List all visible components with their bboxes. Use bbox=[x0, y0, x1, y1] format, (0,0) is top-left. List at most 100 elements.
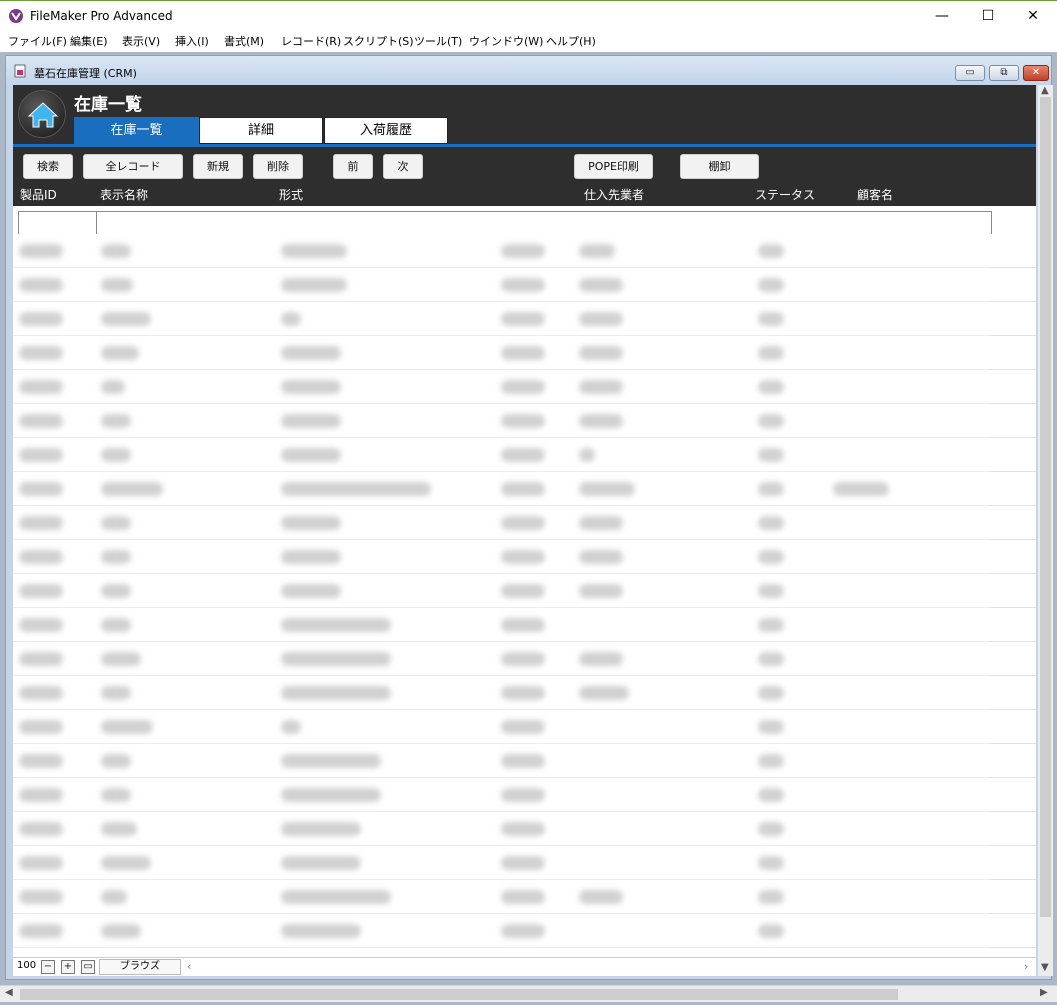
redacted-cell bbox=[101, 618, 131, 632]
vertical-scrollbar[interactable]: ▲ ▼ bbox=[1037, 85, 1053, 976]
status-bar: 100 − + ▭ ブラウズ ‹ › bbox=[13, 957, 1036, 976]
tab-detail[interactable]: 詳細 bbox=[199, 117, 323, 144]
redacted-cell bbox=[19, 278, 63, 292]
table-row[interactable] bbox=[13, 472, 989, 506]
maximize-button[interactable]: ☐ bbox=[965, 1, 1011, 31]
scroll-left-icon[interactable]: ‹ bbox=[187, 960, 191, 973]
scroll-down-icon[interactable]: ▼ bbox=[1041, 962, 1049, 973]
table-row[interactable] bbox=[13, 642, 989, 676]
menu-help[interactable]: ヘルプ(H) bbox=[546, 33, 596, 49]
menu-window[interactable]: ウインドウ(W) bbox=[469, 33, 543, 49]
menu-records[interactable]: レコード(R) bbox=[281, 33, 341, 49]
redacted-cell bbox=[501, 584, 545, 598]
all-records-button[interactable]: 全レコード bbox=[83, 154, 183, 179]
doc-minimize-button[interactable]: ▭ bbox=[955, 65, 985, 81]
table-row[interactable] bbox=[13, 744, 989, 778]
redacted-cell bbox=[101, 414, 131, 428]
table-row[interactable] bbox=[13, 540, 989, 574]
table-row[interactable] bbox=[13, 336, 989, 370]
redacted-cell bbox=[19, 822, 63, 836]
stock-take-button[interactable]: 棚卸 bbox=[680, 154, 759, 179]
redacted-cell bbox=[758, 890, 784, 904]
next-record-button[interactable]: 次 bbox=[383, 154, 423, 179]
table-row[interactable] bbox=[13, 710, 989, 744]
scroll-right-icon[interactable]: › bbox=[1024, 960, 1028, 973]
tab-arrival-history[interactable]: 入荷履歴 bbox=[324, 117, 448, 144]
minimize-button[interactable]: — bbox=[919, 1, 965, 31]
table-row[interactable] bbox=[13, 574, 989, 608]
mode-selector[interactable]: ブラウズ bbox=[99, 959, 181, 975]
scroll-up-icon[interactable]: ▲ bbox=[1041, 85, 1049, 96]
redacted-cell bbox=[501, 652, 545, 666]
menu-format[interactable]: 書式(M) bbox=[224, 33, 264, 49]
redacted-cell bbox=[579, 890, 623, 904]
zoom-level[interactable]: 100 bbox=[17, 960, 36, 971]
prev-record-button[interactable]: 前 bbox=[333, 154, 373, 179]
column-header-supplier[interactable]: 仕入先業者 bbox=[584, 186, 644, 203]
menu-tools[interactable]: ツール(T) bbox=[414, 33, 462, 49]
menu-scripts[interactable]: スクリプト(S) bbox=[343, 33, 414, 49]
redacted-cell bbox=[281, 584, 341, 598]
active-record-row[interactable] bbox=[18, 211, 992, 235]
redacted-cell bbox=[501, 482, 545, 496]
horizontal-scrollbar[interactable]: ◀ ▶ bbox=[0, 985, 1057, 1002]
menu-view[interactable]: 表示(V) bbox=[122, 33, 160, 49]
hscroll-right-icon[interactable]: ▶ bbox=[1040, 987, 1048, 998]
table-row[interactable] bbox=[13, 268, 989, 302]
redacted-cell bbox=[281, 822, 361, 836]
toolbar-toggle-icon[interactable]: ▭ bbox=[81, 960, 95, 974]
menu-edit[interactable]: 編集(E) bbox=[70, 33, 108, 49]
filemaker-icon bbox=[9, 9, 23, 23]
tab-stock-list[interactable]: 在庫一覧 bbox=[74, 117, 199, 144]
hscroll-left-icon[interactable]: ◀ bbox=[5, 987, 13, 998]
redacted-cell bbox=[19, 414, 63, 428]
pop-print-button[interactable]: POPE印刷 bbox=[574, 154, 653, 179]
table-row[interactable] bbox=[13, 608, 989, 642]
table-row[interactable] bbox=[13, 506, 989, 540]
table-row[interactable] bbox=[13, 234, 989, 268]
redacted-cell bbox=[501, 822, 545, 836]
record-list bbox=[13, 206, 1036, 959]
table-row[interactable] bbox=[13, 438, 989, 472]
redacted-cell bbox=[501, 890, 545, 904]
redacted-cell bbox=[281, 686, 391, 700]
redacted-cell bbox=[758, 652, 784, 666]
doc-close-button[interactable]: ✕ bbox=[1023, 65, 1049, 81]
table-row[interactable] bbox=[13, 880, 989, 914]
zoom-out-icon[interactable]: − bbox=[41, 960, 55, 974]
table-row[interactable] bbox=[13, 370, 989, 404]
column-header-product-id[interactable]: 製品ID bbox=[20, 186, 57, 203]
column-header-format[interactable]: 形式 bbox=[279, 186, 303, 203]
table-row[interactable] bbox=[13, 914, 989, 948]
table-row[interactable] bbox=[13, 778, 989, 812]
column-header-display-name[interactable]: 表示名称 bbox=[100, 186, 148, 203]
search-button[interactable]: 検索 bbox=[23, 154, 73, 179]
redacted-cell bbox=[758, 686, 784, 700]
column-header-status[interactable]: ステータス bbox=[755, 186, 815, 203]
home-button[interactable] bbox=[18, 90, 66, 138]
column-header-customer[interactable]: 顧客名 bbox=[857, 186, 893, 203]
horizontal-scroll-thumb[interactable] bbox=[20, 989, 898, 1000]
table-row[interactable] bbox=[13, 676, 989, 710]
redacted-cell bbox=[758, 278, 784, 292]
layout-header: 在庫一覧 在庫一覧 詳細 入荷履歴 検索 全レコード 新規 削除 前 次 POP… bbox=[13, 85, 1036, 206]
redacted-cell bbox=[19, 924, 63, 938]
menu-file[interactable]: ファイル(F) bbox=[8, 33, 67, 49]
zoom-in-icon[interactable]: + bbox=[61, 960, 75, 974]
table-row[interactable] bbox=[13, 302, 989, 336]
table-row[interactable] bbox=[13, 846, 989, 880]
product-id-field[interactable] bbox=[19, 212, 97, 234]
redacted-cell bbox=[101, 312, 151, 326]
table-row[interactable] bbox=[13, 404, 989, 438]
redacted-cell bbox=[101, 244, 131, 258]
redacted-cell bbox=[19, 482, 63, 496]
menu-insert[interactable]: 挿入(I) bbox=[175, 33, 209, 49]
doc-restore-button[interactable]: ⧉ bbox=[989, 65, 1019, 81]
new-record-button[interactable]: 新規 bbox=[193, 154, 243, 179]
redacted-cell bbox=[579, 652, 623, 666]
delete-record-button[interactable]: 削除 bbox=[253, 154, 303, 179]
close-button[interactable]: ✕ bbox=[1010, 1, 1056, 31]
vertical-scroll-thumb[interactable] bbox=[1040, 97, 1051, 917]
table-row[interactable] bbox=[13, 812, 989, 846]
redacted-cell bbox=[101, 924, 141, 938]
